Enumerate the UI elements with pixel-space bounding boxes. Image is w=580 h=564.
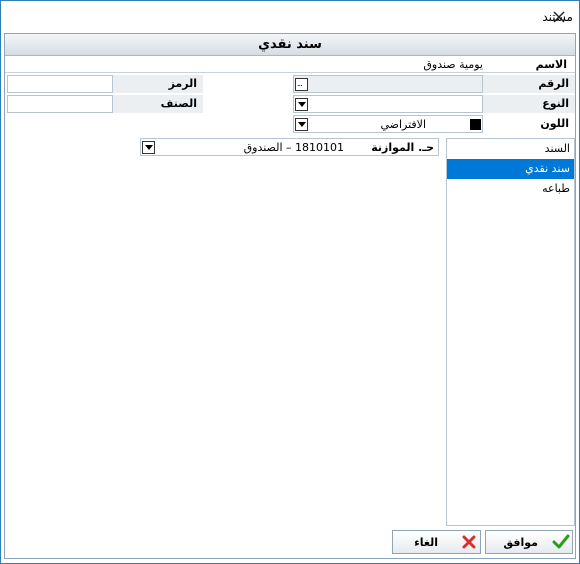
page-title: سند نقدي — [258, 37, 322, 52]
list-item[interactable]: سند نقدي — [447, 159, 574, 179]
section-list[interactable]: السند سند نقدي طباعه — [446, 138, 575, 526]
check-icon — [552, 534, 570, 549]
balance-select[interactable]: 1810101 – الصندوق حـ. الموازنة — [140, 138, 439, 156]
header-band: سند نقدي — [5, 34, 575, 56]
ellipsis-button[interactable]: ... — [295, 78, 308, 91]
balance-dropdown-button[interactable] — [142, 141, 155, 154]
code-field[interactable] — [7, 75, 113, 93]
type-select[interactable] — [293, 95, 483, 113]
name-value[interactable]: يومية صندوق — [423, 58, 483, 71]
color-swatch — [470, 119, 481, 130]
class-field[interactable] — [7, 95, 113, 113]
balance-value: 1810101 – الصندوق — [243, 141, 344, 154]
ok-button[interactable]: موافق — [485, 530, 573, 554]
color-select[interactable]: الافتراضي — [293, 115, 483, 133]
color-value: الافتراضي — [380, 118, 426, 131]
dialog-window: مستند سند نقدي الاسم يومية صندوق الرقم .… — [0, 0, 580, 564]
color-dropdown-button[interactable] — [295, 118, 308, 131]
type-dropdown-button[interactable] — [295, 98, 308, 111]
ok-label: موافق — [503, 536, 538, 549]
close-icon[interactable] — [550, 8, 568, 26]
code-label: الرمز — [113, 75, 203, 93]
chevron-down-icon — [298, 102, 306, 107]
title-bar: مستند — [1, 1, 579, 33]
list-item[interactable]: طباعه — [447, 179, 574, 199]
dialog-body: سند نقدي الاسم يومية صندوق الرقم ... الر… — [4, 33, 576, 559]
chevron-down-icon — [298, 122, 306, 127]
cancel-button[interactable]: الغاء — [392, 530, 481, 554]
name-label: الاسم — [535, 58, 567, 71]
ellipsis-icon: ... — [297, 79, 303, 88]
number-label: الرقم — [483, 75, 575, 93]
x-icon — [462, 535, 476, 549]
number-field[interactable]: ... — [293, 75, 483, 93]
list-item[interactable]: السند — [447, 139, 574, 159]
color-label: اللون — [483, 115, 575, 133]
balance-label: حـ. الموازنة — [371, 141, 434, 154]
cancel-label: الغاء — [414, 536, 438, 549]
type-label: النوع — [483, 95, 575, 113]
chevron-down-icon — [145, 145, 153, 150]
name-row: الاسم يومية صندوق — [5, 57, 575, 73]
class-label: الصنف — [113, 95, 203, 113]
